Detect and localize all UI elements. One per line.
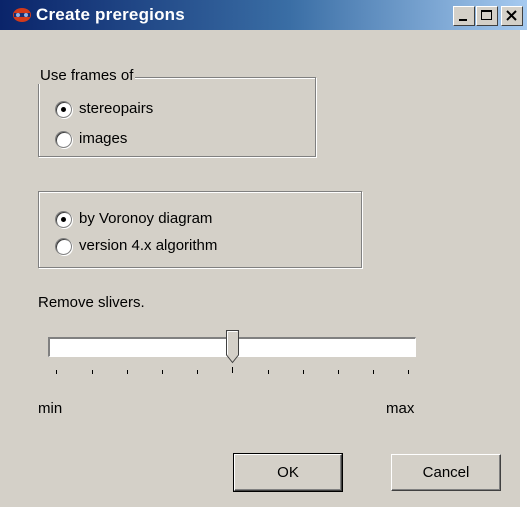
app-icon xyxy=(13,8,31,22)
ok-button[interactable]: OK xyxy=(233,453,343,492)
slider-min-label: min xyxy=(38,400,63,417)
radio-stereopairs[interactable] xyxy=(55,101,72,118)
minimize-icon xyxy=(459,19,467,21)
window-title: Create preregions xyxy=(36,5,185,24)
slivers-label: Remove slivers. xyxy=(38,294,145,311)
slider-tick xyxy=(373,370,374,374)
frames-group-legend: Use frames of xyxy=(38,67,136,84)
radio-selected-dot xyxy=(61,217,66,222)
radio-stereopairs-label: stereopairs xyxy=(79,100,154,117)
close-icon xyxy=(506,10,517,21)
radio-voronoy[interactable] xyxy=(55,211,72,228)
slider-tick xyxy=(303,370,304,374)
slider-tick xyxy=(197,370,198,374)
ok-button-label: OK xyxy=(277,464,299,481)
cancel-button[interactable]: Cancel xyxy=(391,454,501,491)
slider-tick xyxy=(92,370,93,374)
slivers-slider-thumb[interactable] xyxy=(226,330,240,364)
maximize-icon xyxy=(481,10,492,20)
slider-tick xyxy=(408,370,409,374)
dialog-window: Create preregions Use frames of stereopa… xyxy=(0,0,527,507)
maximize-button[interactable] xyxy=(476,6,498,26)
slider-tick xyxy=(232,367,233,373)
radio-images[interactable] xyxy=(55,131,72,148)
slider-tick xyxy=(162,370,163,374)
radio-v4-algorithm-label: version 4.x algorithm xyxy=(79,237,218,254)
slider-tick xyxy=(56,370,57,374)
radio-selected-dot xyxy=(61,107,66,112)
window-edge xyxy=(520,30,527,507)
slider-tick xyxy=(338,370,339,374)
cancel-button-label: Cancel xyxy=(422,464,470,481)
close-button[interactable] xyxy=(501,6,523,26)
minimize-button[interactable] xyxy=(453,6,475,26)
slider-tick xyxy=(127,370,128,374)
slider-tick xyxy=(268,370,269,374)
radio-v4-algorithm[interactable] xyxy=(55,238,72,255)
radio-images-label: images xyxy=(79,130,128,147)
radio-voronoy-label: by Voronoy diagram xyxy=(79,210,213,227)
method-groupbox xyxy=(38,191,362,268)
slider-max-label: max xyxy=(386,400,415,417)
title-bar[interactable]: Create preregions xyxy=(0,0,527,30)
